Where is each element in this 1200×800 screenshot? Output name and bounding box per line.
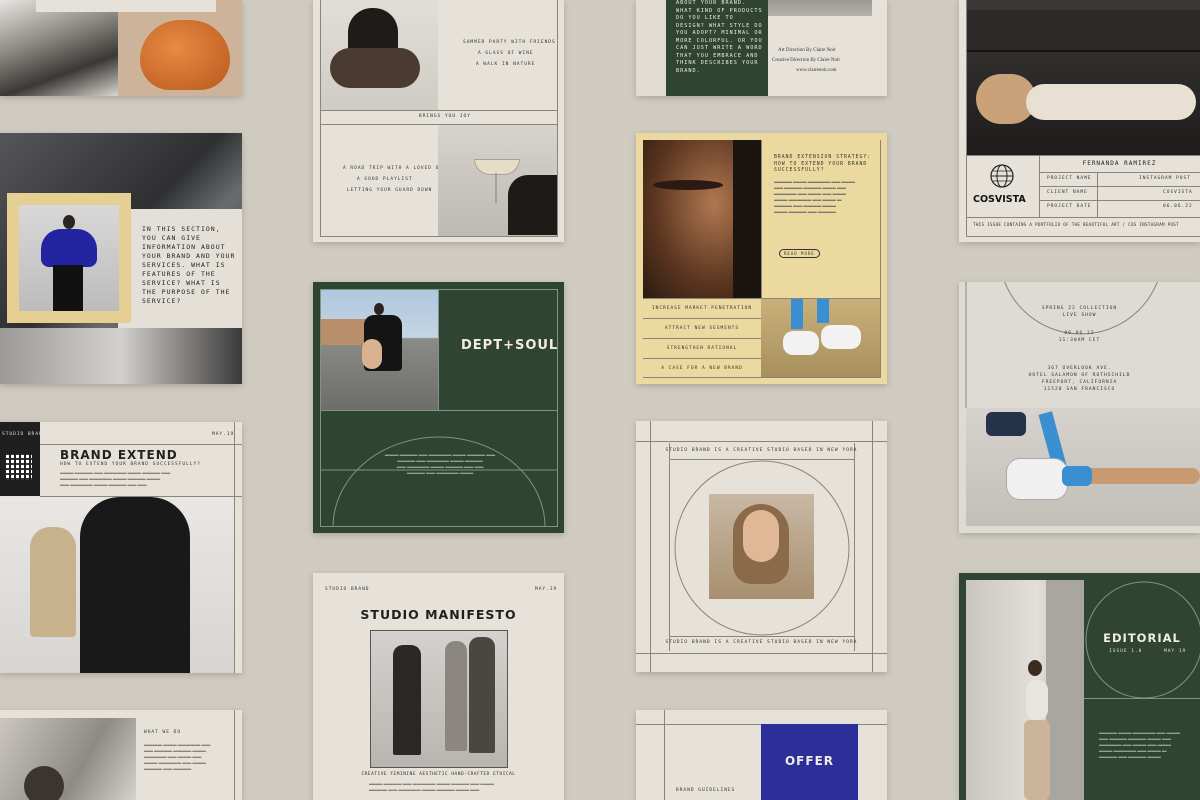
row-label: CLIENT NAME [1047,190,1088,195]
strategy-list: INCREASE MARKET PENETRATION ATTRACT NEW … [643,299,761,377]
row-value: COSVISTA [1163,190,1193,195]
offer-button-label: OFFER [784,754,835,768]
credit-url[interactable]: www.clairenoir.com [796,68,837,73]
issue-label: ISSUE 1.0 [1109,649,1143,654]
qr-panel: STUDIO BRAND [0,422,46,496]
studio-ny-top: STUDIO BRAND IS A CREATIVE STUDIO BASED … [665,448,858,453]
photo-gloved-hand [320,0,438,110]
spring-line-7: FREEPORT, CALIFORNIA [1041,380,1118,385]
green-panel: ABOUT YOUR BRAND. WHAT KIND OF PRODUCTS … [666,0,768,96]
list-item: INCREASE MARKET PENETRATION [643,299,761,319]
card-blue-sweater[interactable]: IN THIS SECTION, YOU CAN GIVE INFORMATIO… [0,133,242,384]
photo-blue-sweater-woman [19,205,119,311]
list-item: STRENGTHEN RATIONAL [643,339,761,359]
style-question: ABOUT YOUR BRAND. WHAT KIND OF PRODUCTS … [676,0,763,74]
photo-coats-walking [0,497,234,673]
photo-street-sweatshirt [320,289,438,410]
card-cosvista[interactable]: FERNANDA RAMIREZ COSVISTA PROJECT NAME I… [959,0,1200,242]
date-label: MAY.19 [212,432,235,437]
photo-woman-eyes-closed [709,494,814,599]
brand-guidelines-label: BRAND GUIDELINES [676,788,736,793]
card-offer[interactable]: OFFER BRAND GUIDELINES [636,710,887,800]
globe-icon [990,164,1014,188]
photo-closeup-face [643,140,761,298]
text-strip [36,0,216,12]
body-text-lines: ▬▬▬▬ ▬▬▬ ▬▬▬▬▬ ▬▬ ▬▬▬ ▬▬ ▬▬▬▬ ▬▬▬▬ ▬▬▬ ▬▬… [1099,730,1180,759]
photo-orange-chair [118,0,242,96]
credit-line-1: Art Direction By Claire Noir [778,48,836,53]
offer-panel[interactable]: OFFER [761,724,858,800]
card-what-we-do[interactable]: WHAT WE DO ▬▬▬▬ ▬▬▬ ▬▬▬▬▬ ▬▬ ▬▬ ▬▬▬▬ ▬▬▬▬… [0,710,242,800]
manifesto-caption: CREATIVE FEMININE AESTHETIC HAND-CRAFTED… [361,772,516,777]
qr-code-icon[interactable] [6,454,32,480]
spring-line-4: 11:30AM CET [1058,338,1101,343]
summer-center-label: BRINGS YOU JOY [419,114,471,119]
list-item: ATTRACT NEW SEGMENTS [643,319,761,339]
body-text-lines: ▬▬▬ ▬▬▬▬ ▬▬ ▬▬▬▬▬ ▬▬▬ ▬▬▬▬ ▬▬ ▬▬▬▬ ▬▬ ▬▬▬… [60,470,171,487]
photo-woman-wall [966,580,1084,800]
spring-line-2: LIVE SHOW [1062,313,1097,318]
cosvista-footer: THIS ISSUE CONTAINS A PORTFOLIO OF THE B… [973,222,1179,227]
card-summer-party[interactable]: SUMMER PARTY WITH FRIENDS A GLASS OF WIN… [313,0,564,242]
spring-line-1: SPRING 22 COLLECTION [1041,306,1118,311]
card-brand-extension-strategy[interactable]: BRAND EXTENSION STRATEGY: HOW TO EXTEND … [636,133,887,384]
photo-edge [636,0,666,96]
brand-extend-title: BRAND EXTEND [60,448,178,462]
row-value: INSTAGRAM POST [1139,176,1191,181]
date-label: MAY 19 [1164,649,1187,654]
row-label: PROJECT DATE [1047,204,1092,209]
read-more-button[interactable]: READ MORE [779,249,820,258]
body-text-lines: ▬▬▬▬ ▬▬▬ ▬▬▬▬▬ ▬▬ ▬▬▬ ▬▬ ▬▬▬▬ ▬▬▬▬ ▬▬▬ ▬▬… [774,179,855,214]
card-brand-extend[interactable]: STUDIO BRAND BRAND EXTEND HOW TO EXTEND … [0,422,242,673]
editorial-title: EDITORIAL [1103,631,1181,645]
person-name: FERNANDA RAMIREZ [1082,160,1157,167]
summer-line-2: A GLASS OF WINE [478,51,534,56]
studio-label: STUDIO BRAND [2,432,47,437]
card-studio-new-york[interactable]: STUDIO BRAND IS A CREATIVE STUDIO BASED … [636,421,887,672]
photo-woman-leather-sofa [966,0,1200,155]
photo-top-right [768,0,872,16]
extension-heading: BRAND EXTENSION STRATEGY: HOW TO EXTEND … [774,155,872,173]
body-text-lines: ▬▬▬▬ ▬▬▬ ▬▬▬▬▬ ▬▬ ▬▬ ▬▬▬▬ ▬▬▬▬ ▬▬▬ ▬▬▬▬▬ ▬… [144,742,211,771]
spring-line-5: 367 OVERLOOK AVE. [1047,366,1112,371]
summer-line-5: A GOOD PLAYLIST [357,177,413,182]
photo-figure-bw [0,0,118,96]
card-fashion-top-left[interactable] [0,0,242,96]
moodboard-canvas: { "card_tl": {}, "card_moody": { "paragr… [0,0,1200,800]
card-dept-soul[interactable]: DEPT+SOUL ▬▬▬ ▬▬▬▬ ▬▬ ▬▬▬▬▬ ▬▬▬ ▬▬▬▬ ▬▬ ▬… [313,282,564,533]
dept-soul-title: DEPT+SOUL [461,338,559,353]
spring-line-6: HOTEL SALAMON OF ROTHSCHILD [1028,373,1131,378]
mustard-frame [7,193,131,323]
photo-bottom-strip [0,328,242,384]
photo-sneakers [761,299,880,377]
summer-line-6: LETTING YOUR GUARD DOWN [347,188,433,193]
credit-line-2: Creative Direction By Claire Noir [772,58,841,63]
section-paragraph: IN THIS SECTION, YOU CAN GIVE INFORMATIO… [142,225,236,305]
studio-label: STUDIO BRAND [325,587,370,592]
summer-line-3: A WALK IN NATURE [476,62,536,67]
cosvista-logo: COSVISTA [973,194,1026,205]
photo-legs-sneakers-chair [966,408,1200,526]
row-label: PROJECT NAME [1047,176,1092,181]
date-label: MAY.19 [535,587,558,592]
brand-extend-subtitle: HOW TO EXTEND YOUR BRAND SUCCESSFULLY? [60,462,201,467]
photo-champagne-glass [438,125,557,236]
body-text-lines: ▬▬▬ ▬▬▬▬ ▬▬ ▬▬▬▬▬ ▬▬▬ ▬▬▬▬ ▬▬ ▬▬▬▬ ▬▬ ▬▬▬… [384,452,496,475]
card-brand-style[interactable]: ABOUT YOUR BRAND. WHAT KIND OF PRODUCTS … [636,0,887,96]
spring-line-3: 06.06.22 [1064,331,1095,336]
manifesto-title: STUDIO MANIFESTO [360,607,517,622]
list-item: A CASE FOR A NEW BRAND [661,366,743,371]
card-studio-manifesto[interactable]: STUDIO BRAND MAY.19 STUDIO MANIFESTO CRE… [313,573,564,800]
photo-group-bw [370,630,508,768]
summer-line-4: A ROAD TRIP WITH A LOVED ONE [343,166,447,171]
studio-ny-bottom: STUDIO BRAND IS A CREATIVE STUDIO BASED … [665,640,858,645]
summer-line-1: SUMMER PARTY WITH FRIENDS [463,40,556,45]
card-spring-collection[interactable]: SPRING 22 COLLECTION LIVE SHOW 06.06.22 … [959,282,1200,533]
body-text-lines: ▬▬▬ ▬▬▬▬ ▬▬ ▬▬▬▬▬ ▬▬▬ ▬▬▬▬ ▬▬ ▬▬▬ ▬▬▬▬ ▬▬… [369,781,494,792]
row-value: 06.06.22 [1163,204,1193,209]
what-we-do-label: WHAT WE DO [144,730,182,735]
spring-line-8: 11520 SAN FRANCISCO [1043,387,1116,392]
photo-hand-portrait [0,718,136,800]
card-editorial[interactable]: EDITORIAL ISSUE 1.0 MAY 19 ▬▬▬▬ ▬▬▬ ▬▬▬▬… [959,573,1200,800]
